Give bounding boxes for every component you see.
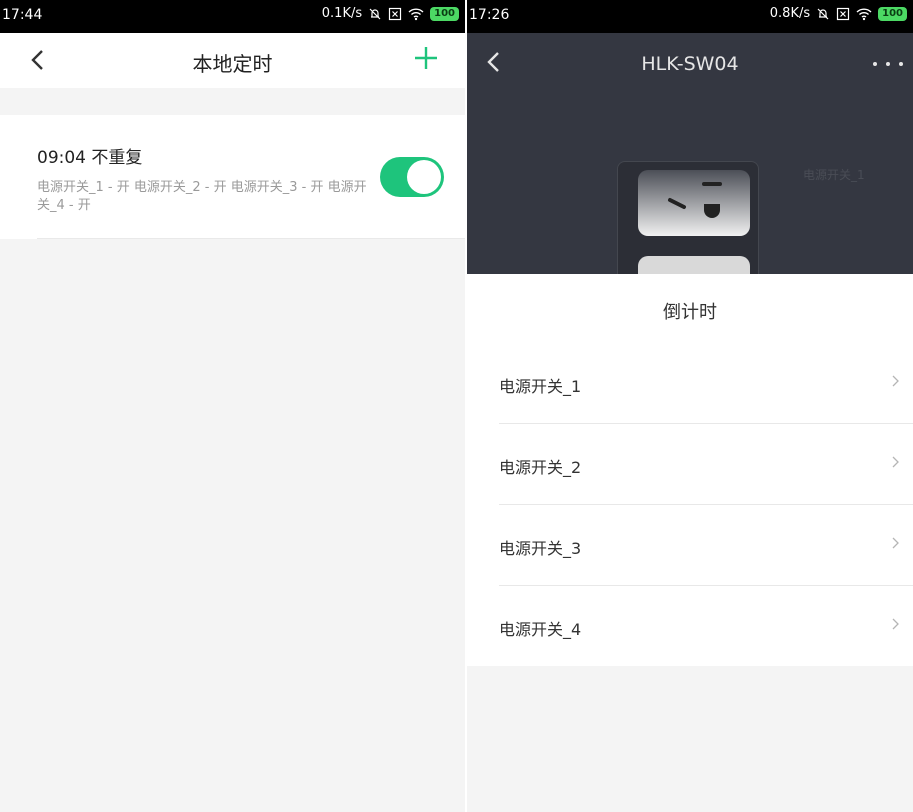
- alarm-icon: [369, 8, 381, 19]
- sim-icon: [837, 7, 850, 20]
- device-header: HLK-SW04 电源开关_1: [467, 33, 913, 296]
- item-label: 电源开关_3: [499, 539, 582, 558]
- list-item[interactable]: 电源开关_1: [467, 343, 913, 424]
- alarm-icon: [817, 8, 829, 19]
- page-title: 本地定时: [192, 52, 273, 76]
- chevron-right-icon: [892, 618, 899, 630]
- device-title: HLK-SW04: [641, 53, 739, 75]
- status-icons: 0.1K/s 100: [322, 6, 459, 21]
- item-label: 电源开关_1: [499, 377, 582, 396]
- list-item[interactable]: 电源开关_2: [467, 424, 913, 505]
- device-illustration: [617, 161, 759, 296]
- status-time: 17:44: [2, 7, 43, 23]
- wifi-icon: [856, 7, 872, 20]
- timer-title: 09:04 不重复: [37, 148, 143, 168]
- nav-bar: 本地定时: [0, 33, 465, 88]
- timer-toggle[interactable]: [380, 157, 444, 197]
- countdown-sheet: 倒计时 电源开关_1 电源开关_2 电源开关_3 电源开关_4: [467, 274, 913, 666]
- chevron-right-icon: [892, 456, 899, 468]
- status-icons: 0.8K/s 100: [770, 6, 907, 21]
- plus-icon[interactable]: [411, 43, 441, 73]
- timer-description: 电源开关_1 - 开 电源开关_2 - 开 电源开关_3 - 开 电源开关_4 …: [37, 180, 367, 213]
- more-dots-icon[interactable]: [873, 59, 903, 69]
- battery-icon: 100: [878, 6, 907, 21]
- sim-icon: [389, 7, 402, 20]
- status-bar: 17:44 0.1K/s 100: [0, 0, 465, 33]
- list-item[interactable]: 电源开关_4: [467, 586, 913, 667]
- sheet-title: 倒计时: [663, 302, 717, 323]
- chevron-right-icon: [892, 375, 899, 387]
- list-item[interactable]: 电源开关_3: [467, 505, 913, 586]
- chevron-right-icon: [892, 537, 899, 549]
- network-speed: 0.8K/s: [769, 6, 811, 21]
- wifi-icon: [408, 7, 424, 20]
- local-timer-screen: 17:44 0.1K/s 100 本地定时 09:04 不重复 电源开关_1 -…: [0, 0, 465, 812]
- timer-list-item[interactable]: 09:04 不重复 电源开关_1 - 开 电源开关_2 - 开 电源开关_3 -…: [0, 115, 465, 239]
- device-screen: 17:26 0.8K/s 100 HLK-SW04 电源开关_1 倒计时 电源开…: [467, 0, 913, 812]
- status-bar: 17:26 0.8K/s 100: [467, 0, 913, 33]
- item-label: 电源开关_2: [499, 458, 582, 477]
- socket-1[interactable]: [638, 170, 750, 236]
- socket-label: 电源开关_1: [803, 168, 865, 182]
- status-time: 17:26: [469, 7, 510, 23]
- battery-icon: 100: [430, 6, 459, 21]
- item-label: 电源开关_4: [499, 620, 582, 639]
- divider: [37, 238, 465, 239]
- network-speed: 0.1K/s: [321, 6, 363, 21]
- socket-icon: [668, 182, 722, 218]
- toggle-knob: [407, 160, 441, 194]
